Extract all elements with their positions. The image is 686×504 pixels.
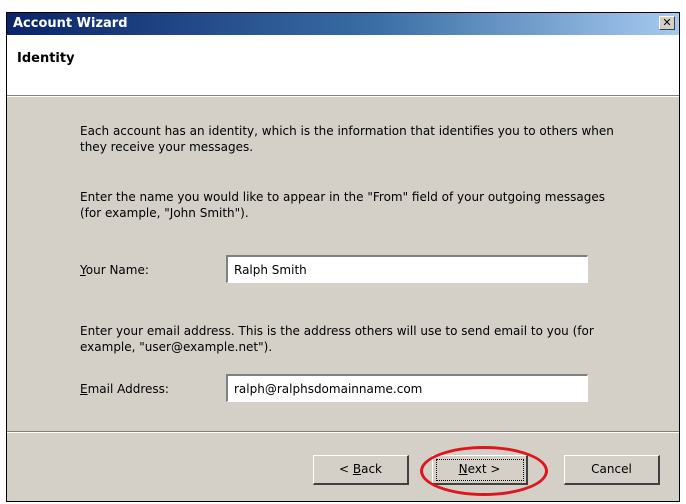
your-name-label: Your Name: bbox=[80, 263, 149, 277]
wizard-header: Identity bbox=[7, 35, 679, 96]
your-name-label-rest: our Name: bbox=[85, 263, 149, 277]
email-instruction-text: Enter your email address. This is the ad… bbox=[80, 324, 594, 354]
window-title: Account Wizard bbox=[13, 16, 128, 31]
identity-intro-text: Each account has an identity, which is t… bbox=[80, 124, 614, 154]
title-bar[interactable]: Account Wizard ✕ bbox=[7, 13, 679, 35]
account-wizard-dialog: Account Wizard ✕ Identity Each account h… bbox=[6, 12, 680, 502]
back-button-prefix: < bbox=[338, 462, 353, 476]
close-icon[interactable]: ✕ bbox=[659, 16, 675, 30]
your-name-input[interactable] bbox=[226, 255, 588, 283]
back-button-accel: B bbox=[352, 462, 362, 476]
back-button-rest: ack bbox=[361, 462, 382, 476]
email-address-label-accel: E bbox=[80, 382, 88, 396]
email-address-label-rest: mail Address: bbox=[87, 382, 169, 396]
next-button-rest: ext > bbox=[467, 462, 501, 476]
email-address-label: Email Address: bbox=[80, 382, 169, 396]
name-instruction-text: Enter the name you would like to appear … bbox=[80, 190, 605, 220]
next-button[interactable]: Next > bbox=[432, 455, 528, 485]
footer-divider bbox=[7, 431, 679, 433]
page-title: Identity bbox=[17, 51, 75, 66]
header-divider bbox=[7, 96, 679, 97]
next-button-accel: N bbox=[458, 462, 468, 476]
cancel-button[interactable]: Cancel bbox=[564, 455, 660, 485]
email-address-input[interactable] bbox=[226, 374, 588, 402]
back-button[interactable]: < Back bbox=[313, 455, 409, 485]
